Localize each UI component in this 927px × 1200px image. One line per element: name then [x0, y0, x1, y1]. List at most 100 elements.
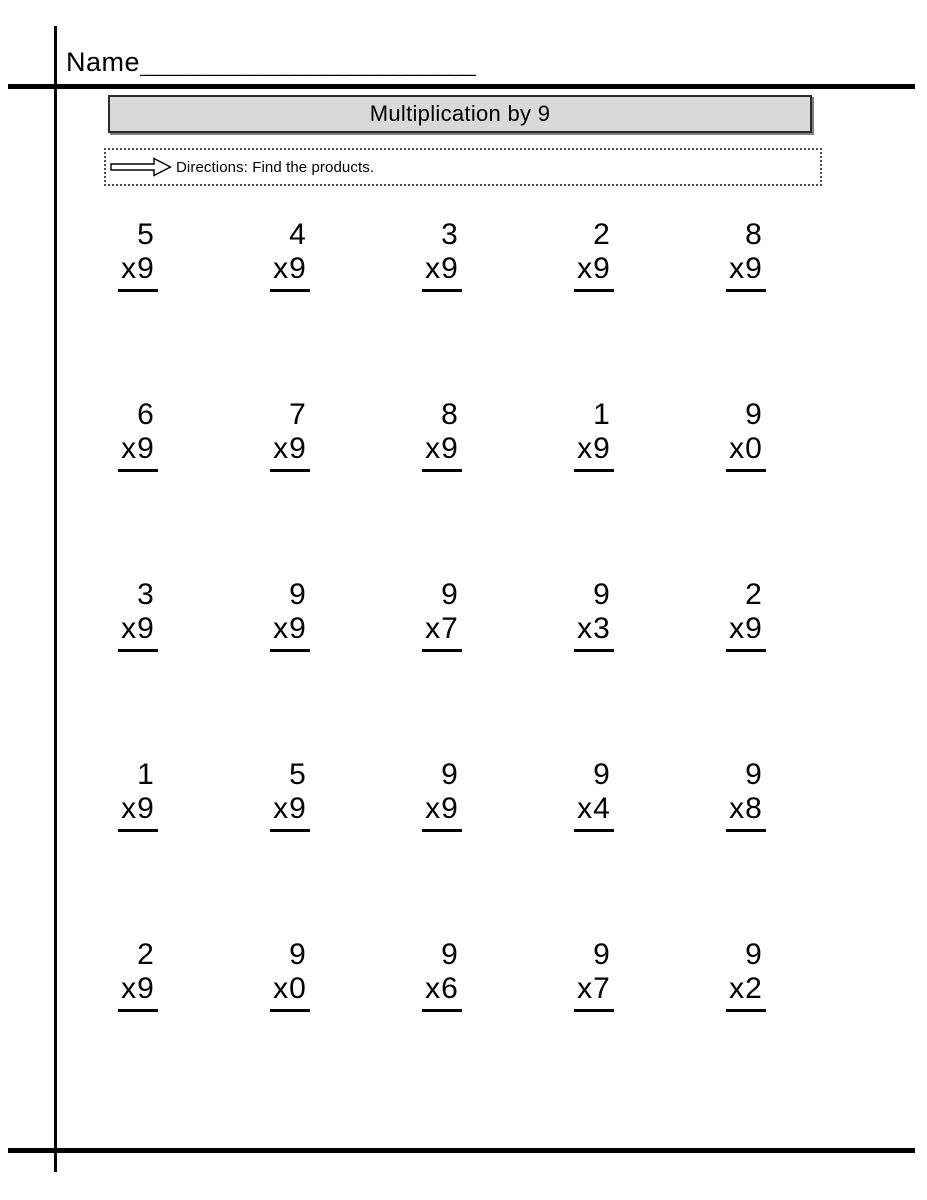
problem-cell[interactable]: 9 x8 — [670, 758, 822, 938]
problem-stack: 8 x9 — [422, 398, 462, 472]
problem-multiplicand: 7 — [289, 398, 307, 431]
problem-multiplicand: 9 — [593, 938, 611, 971]
problem-stack: 9 x6 — [422, 938, 462, 1012]
problem-row: 1 x9 5 x9 9 x9 9 x4 9 x8 — [62, 758, 862, 938]
problem-multiplicand: 8 — [745, 218, 763, 251]
problem-stack: 9 x3 — [574, 578, 614, 652]
problems-grid: 5 x9 4 x9 3 x9 2 x9 8 x9 6 x9 7 x9 8 x9 … — [62, 218, 862, 1118]
problem-cell[interactable]: 9 x2 — [670, 938, 822, 1118]
problem-multiplicand: 2 — [137, 938, 155, 971]
problem-cell[interactable]: 3 x9 — [366, 218, 518, 398]
problem-multiplicand: 9 — [441, 578, 459, 611]
problem-multiplicand: 9 — [441, 758, 459, 791]
problem-multiplicand: 4 — [289, 218, 307, 251]
problem-multiplicand: 9 — [745, 938, 763, 971]
problem-multiplicand: 2 — [745, 578, 763, 611]
problem-cell[interactable]: 9 x9 — [366, 758, 518, 938]
problem-multiplier: x9 — [726, 252, 766, 292]
problem-cell[interactable]: 1 x9 — [62, 758, 214, 938]
problem-multiplier: x9 — [422, 792, 462, 832]
problem-multiplier: x9 — [270, 612, 310, 652]
problem-multiplier: x9 — [270, 252, 310, 292]
problem-multiplicand: 5 — [137, 218, 155, 251]
problem-stack: 3 x9 — [422, 218, 462, 292]
problem-multiplier: x4 — [574, 792, 614, 832]
problem-cell[interactable]: 5 x9 — [214, 758, 366, 938]
problem-row: 3 x9 9 x9 9 x7 9 x3 2 x9 — [62, 578, 862, 758]
problem-cell[interactable]: 8 x9 — [670, 218, 822, 398]
problem-cell[interactable]: 9 x7 — [366, 578, 518, 758]
problem-stack: 9 x2 — [726, 938, 766, 1012]
problem-row: 5 x9 4 x9 3 x9 2 x9 8 x9 — [62, 218, 862, 398]
problem-row: 2 x9 9 x0 9 x6 9 x7 9 x2 — [62, 938, 862, 1118]
top-horizontal-rule — [8, 84, 915, 89]
problem-multiplier: x9 — [422, 432, 462, 472]
problem-multiplier: x6 — [422, 972, 462, 1012]
problem-multiplicand: 1 — [137, 758, 155, 791]
problem-multiplicand: 9 — [593, 758, 611, 791]
problem-stack: 8 x9 — [726, 218, 766, 292]
problem-multiplier: x9 — [118, 792, 158, 832]
problem-multiplier: x9 — [118, 252, 158, 292]
problem-multiplier: x7 — [574, 972, 614, 1012]
problem-multiplicand: 9 — [593, 578, 611, 611]
problem-multiplier: x9 — [118, 972, 158, 1012]
problem-cell[interactable]: 2 x9 — [62, 938, 214, 1118]
problem-cell[interactable]: 7 x9 — [214, 398, 366, 578]
problem-cell[interactable]: 1 x9 — [518, 398, 670, 578]
problem-multiplicand: 9 — [745, 398, 763, 431]
problem-stack: 9 x0 — [726, 398, 766, 472]
problem-multiplicand: 9 — [289, 938, 307, 971]
problem-stack: 3 x9 — [118, 578, 158, 652]
problem-cell[interactable]: 9 x7 — [518, 938, 670, 1118]
problem-multiplier: x9 — [118, 612, 158, 652]
name-field-row[interactable]: Name ________________________ — [66, 32, 586, 76]
problem-multiplier: x9 — [270, 432, 310, 472]
problem-multiplicand: 3 — [441, 218, 459, 251]
problem-stack: 2 x9 — [118, 938, 158, 1012]
problem-stack: 7 x9 — [270, 398, 310, 472]
problem-multiplicand: 1 — [593, 398, 611, 431]
problem-cell[interactable]: 2 x9 — [670, 578, 822, 758]
problem-multiplier: x3 — [574, 612, 614, 652]
page-title: Multiplication by 9 — [369, 101, 551, 126]
problem-row: 6 x9 7 x9 8 x9 1 x9 9 x0 — [62, 398, 862, 578]
problem-cell[interactable]: 9 x0 — [670, 398, 822, 578]
problem-multiplier: x9 — [118, 432, 158, 472]
problem-cell[interactable]: 3 x9 — [62, 578, 214, 758]
directions-text: Directions: Find the products. — [176, 158, 375, 176]
problem-cell[interactable]: 9 x9 — [214, 578, 366, 758]
problem-multiplier: x9 — [270, 792, 310, 832]
bottom-horizontal-rule — [8, 1148, 915, 1153]
problem-multiplicand: 9 — [289, 578, 307, 611]
problem-stack: 6 x9 — [118, 398, 158, 472]
problem-multiplicand: 3 — [137, 578, 155, 611]
problem-multiplicand: 5 — [289, 758, 307, 791]
problem-cell[interactable]: 4 x9 — [214, 218, 366, 398]
problem-multiplier: x9 — [422, 252, 462, 292]
problem-stack: 9 x9 — [422, 758, 462, 832]
problem-cell[interactable]: 9 x0 — [214, 938, 366, 1118]
problem-multiplicand: 6 — [137, 398, 155, 431]
problem-cell[interactable]: 2 x9 — [518, 218, 670, 398]
problem-multiplicand: 9 — [441, 938, 459, 971]
problem-cell[interactable]: 9 x4 — [518, 758, 670, 938]
problem-cell[interactable]: 9 x3 — [518, 578, 670, 758]
worksheet-page: Name ________________________ Multiplica… — [0, 0, 927, 1200]
problem-cell[interactable]: 9 x6 — [366, 938, 518, 1118]
left-margin-rule — [54, 26, 57, 1172]
problem-stack: 4 x9 — [270, 218, 310, 292]
problem-stack: 9 x7 — [574, 938, 614, 1012]
problem-multiplicand: 2 — [593, 218, 611, 251]
problem-cell[interactable]: 5 x9 — [62, 218, 214, 398]
problem-multiplier: x0 — [270, 972, 310, 1012]
title-banner: Multiplication by 9 — [108, 95, 812, 133]
problem-multiplier: x9 — [574, 432, 614, 472]
problem-cell[interactable]: 8 x9 — [366, 398, 518, 578]
problem-stack: 9 x0 — [270, 938, 310, 1012]
problem-cell[interactable]: 6 x9 — [62, 398, 214, 578]
directions-box: Directions: Find the products. — [104, 148, 822, 186]
name-blank-line[interactable]: ________________________ — [140, 49, 476, 76]
problem-stack: 2 x9 — [726, 578, 766, 652]
problem-stack: 2 x9 — [574, 218, 614, 292]
